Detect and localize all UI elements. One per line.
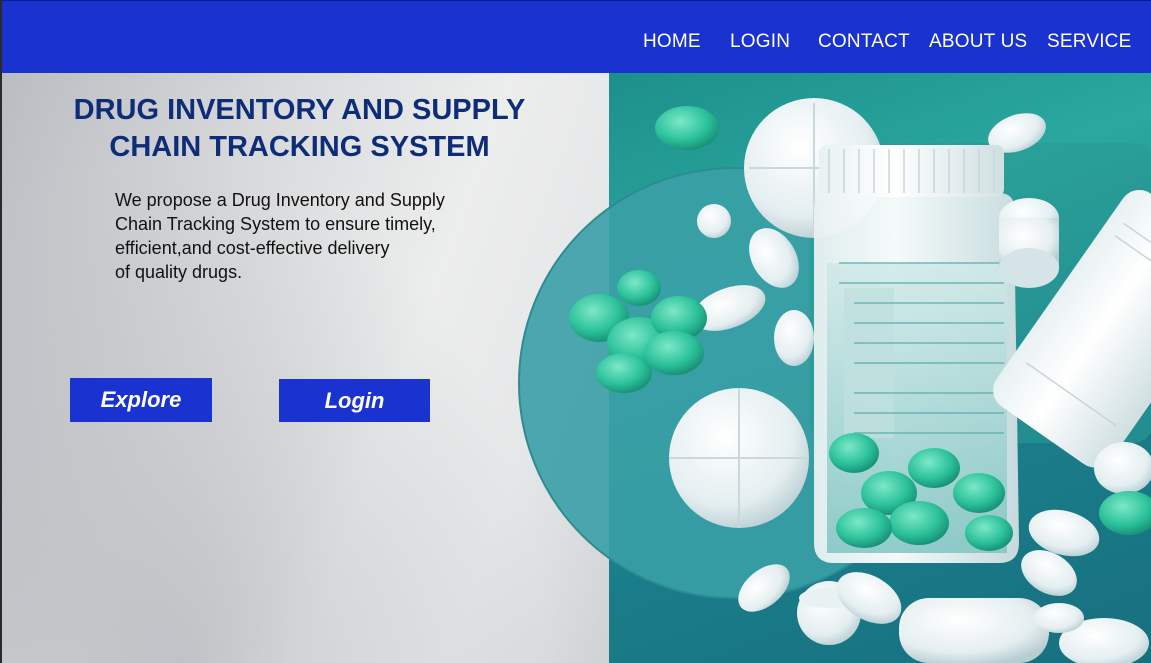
nav-about-link[interactable]: ABOUT US xyxy=(929,31,1027,53)
landing-page: HOME LOGIN CONTACT ABOUT US SERVICE DRUG… xyxy=(0,0,1151,663)
nav-service-link[interactable]: SERVICE xyxy=(1047,31,1131,53)
pills-illustration xyxy=(518,98,1151,663)
top-navbar: HOME LOGIN CONTACT ABOUT US SERVICE xyxy=(2,0,1151,73)
hero-description: We propose a Drug Inventory and Supply C… xyxy=(115,190,445,282)
hero-title: DRUG INVENTORY AND SUPPLY CHAIN TRACKING… xyxy=(73,94,526,163)
nav-contact-link[interactable]: CONTACT xyxy=(818,31,910,53)
nav-home-link[interactable]: HOME xyxy=(643,31,701,53)
login-button[interactable]: Login xyxy=(279,379,430,422)
explore-button[interactable]: Explore xyxy=(70,378,212,422)
nav-login-link[interactable]: LOGIN xyxy=(730,31,790,53)
